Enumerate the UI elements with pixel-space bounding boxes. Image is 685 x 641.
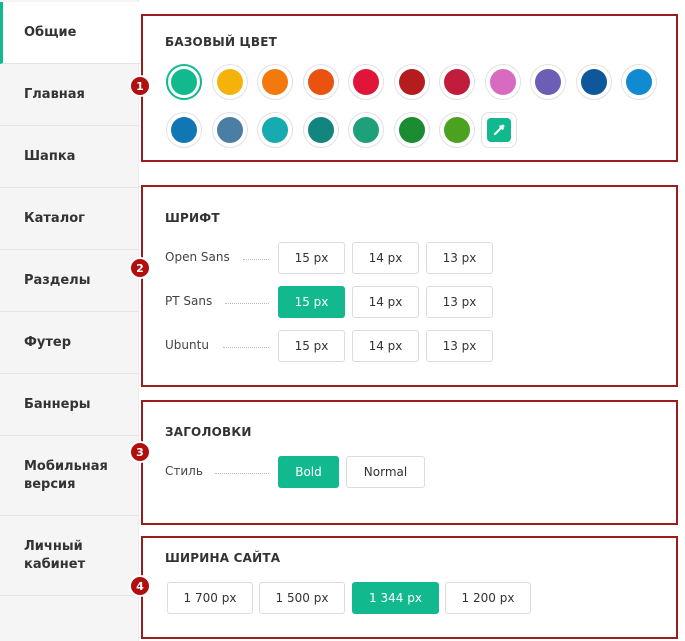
color-swatch[interactable] [393, 64, 430, 100]
color-swatch-dot [353, 69, 379, 95]
headings-normal-button[interactable]: Normal [346, 456, 425, 488]
site-width-panel: ШИРИНА САЙТА 1 700 px 1 500 px 1 344 px … [141, 536, 678, 639]
color-swatch-dot [489, 69, 516, 95]
color-swatch-dot [171, 117, 197, 143]
site-width-title: ШИРИНА САЙТА [165, 551, 281, 565]
font-title: ШРИФТ [165, 211, 220, 225]
sidebar-item-label: Главная [24, 86, 85, 102]
ubuntu-13px-button[interactable]: 13 px [426, 330, 493, 362]
step-badge-3: 3 [129, 441, 151, 463]
dotted-leader [223, 347, 269, 348]
color-swatch[interactable] [257, 64, 293, 100]
color-swatch-dot [535, 69, 561, 95]
color-swatch[interactable] [439, 64, 475, 100]
sidebar-item-label: Разделы [24, 272, 91, 288]
eyedropper-icon [487, 118, 511, 142]
headings-style-label: Стиль [165, 464, 203, 478]
color-swatch-dot [216, 117, 243, 143]
font-name-ubuntu: Ubuntu [165, 338, 209, 352]
color-swatch[interactable] [211, 112, 248, 148]
sidebar-item-footer[interactable]: Футер [0, 312, 139, 374]
color-swatch[interactable] [348, 112, 384, 148]
headings-panel: ЗАГОЛОВКИ Стиль Bold Normal [141, 400, 678, 525]
color-swatch[interactable] [211, 64, 248, 100]
color-swatch[interactable] [575, 64, 612, 100]
sidebar-item-mobile[interactable]: Мобильная версия [0, 436, 139, 516]
color-swatch[interactable] [393, 112, 430, 148]
sidebar-item-label: Каталог [24, 210, 85, 226]
sidebar-item-label: Футер [24, 334, 72, 350]
dotted-leader [225, 303, 269, 304]
headings-bold-button[interactable]: Bold [278, 456, 339, 488]
step-badge-4: 4 [129, 575, 151, 597]
font-name-open-sans: Open Sans [165, 250, 230, 264]
color-picker-button[interactable] [481, 112, 517, 148]
color-swatch-dot [444, 117, 470, 143]
dotted-leader [243, 259, 269, 260]
color-swatch[interactable] [302, 64, 339, 100]
sidebar-item-header[interactable]: Шапка [0, 126, 139, 188]
sidebar-item-label: Шапка [24, 148, 76, 164]
sidebar-item-label: Общие [24, 24, 77, 40]
color-swatch[interactable] [439, 112, 475, 148]
pt-sans-14px-button[interactable]: 14 px [352, 286, 419, 318]
sidebar-item-label: Личный кабинет [24, 538, 86, 572]
step-badge-1: 1 [129, 75, 151, 97]
sidebar-item-banners[interactable]: Баннеры [0, 374, 139, 436]
color-swatch[interactable] [530, 64, 566, 100]
color-swatch-dot [262, 117, 288, 143]
pt-sans-15px-button[interactable]: 15 px [278, 286, 345, 318]
sidebar-item-general[interactable]: Общие [0, 2, 140, 64]
color-swatch-dot [444, 69, 470, 95]
color-swatch-dot [353, 117, 379, 143]
color-swatch[interactable] [302, 112, 339, 148]
base-color-panel: БАЗОВЫЙ ЦВЕТ [141, 14, 678, 162]
color-swatch-dot [262, 69, 288, 95]
ubuntu-15px-button[interactable]: 15 px [278, 330, 345, 362]
sidebar-item-account[interactable]: Личный кабинет [0, 516, 139, 596]
color-swatch-dot [216, 69, 243, 95]
open-sans-13px-button[interactable]: 13 px [426, 242, 493, 274]
color-swatch-dot [307, 69, 334, 95]
font-name-pt-sans: PT Sans [165, 294, 213, 308]
color-swatch[interactable] [166, 64, 202, 100]
color-swatch[interactable] [348, 64, 384, 100]
base-color-title: БАЗОВЫЙ ЦВЕТ [165, 35, 278, 49]
color-swatch[interactable] [166, 112, 202, 148]
width-1700-button[interactable]: 1 700 px [167, 582, 253, 614]
width-1500-button[interactable]: 1 500 px [259, 582, 345, 614]
color-swatch[interactable] [257, 112, 293, 148]
font-panel: ШРИФТ Open Sans 15 px 14 px 13 px PT San… [141, 185, 678, 387]
width-1344-button[interactable]: 1 344 px [352, 582, 439, 614]
sidebar-item-sections[interactable]: Разделы [0, 250, 139, 312]
color-swatch-dot [398, 69, 425, 95]
sidebar-item-label: Баннеры [24, 396, 91, 412]
settings-sidebar: Общие Главная Шапка Каталог Разделы Футе… [0, 0, 140, 641]
step-badge-2: 2 [129, 257, 151, 279]
dotted-leader [215, 473, 269, 474]
sidebar-item-catalog[interactable]: Каталог [0, 188, 139, 250]
color-swatch-dot [626, 69, 652, 95]
open-sans-14px-button[interactable]: 14 px [352, 242, 419, 274]
sidebar-item-main[interactable]: Главная [0, 64, 139, 126]
color-swatch-dot [580, 69, 607, 95]
pt-sans-13px-button[interactable]: 13 px [426, 286, 493, 318]
sidebar-item-label: Мобильная версия [24, 458, 108, 492]
headings-title: ЗАГОЛОВКИ [165, 425, 252, 439]
color-swatch-dot [398, 117, 425, 143]
color-swatch-dot [171, 69, 197, 95]
color-swatch[interactable] [484, 64, 521, 100]
color-swatch[interactable] [621, 64, 657, 100]
color-swatch-dot [307, 117, 334, 143]
ubuntu-14px-button[interactable]: 14 px [352, 330, 419, 362]
open-sans-15px-button[interactable]: 15 px [278, 242, 345, 274]
width-1200-button[interactable]: 1 200 px [445, 582, 531, 614]
